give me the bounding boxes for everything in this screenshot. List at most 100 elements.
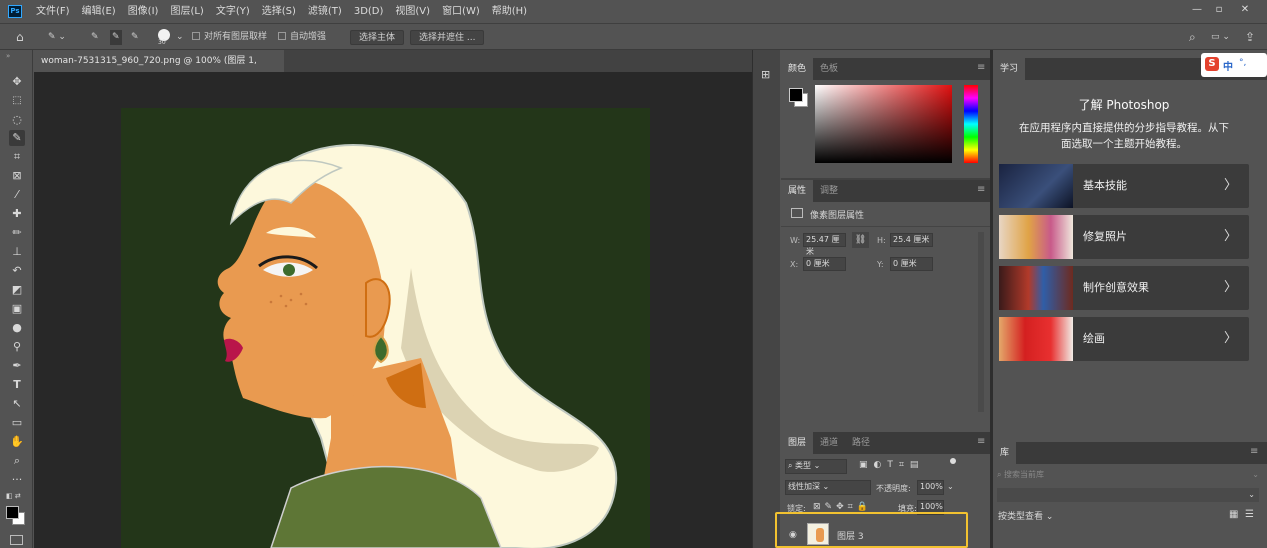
fg-color-chip[interactable] [789,88,803,102]
opacity-field[interactable]: 100% [917,480,944,495]
learn-item-fix-photo[interactable]: 修复照片 〉 [999,215,1249,259]
menu-layer[interactable]: 图层(L) [164,0,209,24]
foreground-color-swatch[interactable] [6,506,19,519]
auto-enhance-checkbox[interactable]: 自动增强 [278,30,326,45]
close-window-button[interactable]: ✕ [1236,4,1254,16]
restore-button[interactable]: ▫ [1210,4,1228,16]
history-icon[interactable]: ⊞ [761,68,770,81]
hue-slider[interactable] [964,85,978,163]
library-search-input[interactable]: ⌕ 搜索当前库 ⌄ [997,468,1259,482]
select-and-mask-button[interactable]: 选择并遮住 ... [410,30,485,45]
tab-libraries[interactable]: 库 [993,442,1017,464]
ime-punctuation[interactable]: °, [1239,58,1246,68]
collapse-toolbar-icon[interactable]: » [6,52,10,60]
brush-tool-icon[interactable]: ✏ [9,225,25,241]
menu-window[interactable]: 窗口(W) [436,0,486,24]
filter-toggle-icon[interactable] [950,458,956,464]
y-field[interactable]: 0 厘米 [890,257,933,271]
menu-view[interactable]: 视图(V) [389,0,436,24]
layer-visibility-eye-icon[interactable]: ◉ [789,530,797,540]
x-field[interactable]: 0 厘米 [803,257,846,271]
color-field[interactable] [815,85,952,163]
height-field[interactable]: 25.4 厘米 [890,233,933,247]
tab-learn[interactable]: 学习 [993,58,1026,80]
color-panel-menu-icon[interactable]: ≡ [977,62,985,73]
tab-channels[interactable]: 通道 [813,432,845,454]
layer-filter-select[interactable]: ⌕ 类型 ⌄ [785,459,847,474]
opacity-dropdown-icon[interactable]: ⌄ [947,482,954,491]
move-tool-icon[interactable]: ✥ [9,74,25,90]
healing-brush-tool-icon[interactable]: ✚ [9,206,25,222]
ime-language[interactable]: 中 [1223,58,1233,73]
add-selection-icon[interactable]: ✎ [110,30,122,45]
layers-menu-icon[interactable]: ≡ [977,436,985,447]
brush-dropdown-icon[interactable]: ⌄ [176,30,184,45]
properties-menu-icon[interactable]: ≡ [977,184,985,195]
tab-swatches[interactable]: 色板 [813,58,845,80]
default-colors-icon[interactable]: ◧ ⇄ [6,492,21,500]
rectangle-tool-icon[interactable]: ▭ [9,415,25,431]
search-icon[interactable]: ⌕ [1189,30,1196,45]
minimize-button[interactable]: — [1188,4,1206,16]
view-by-type-dropdown[interactable]: 按类型查看 ⌄ [998,509,1053,522]
tab-paths[interactable]: 路径 [845,432,877,454]
menu-select[interactable]: 选择(S) [256,0,302,24]
blur-tool-icon[interactable]: ● [9,320,25,336]
layer-name[interactable]: 图层 3 [837,529,864,542]
learn-item-painting[interactable]: 绘画 〉 [999,317,1249,361]
lasso-tool-icon[interactable]: ◌ [9,112,25,128]
workspace-icon[interactable]: ▭ ⌄ [1211,30,1230,45]
eraser-tool-icon[interactable]: ◩ [9,282,25,298]
quick-selection-tool-icon[interactable]: ✎ [9,130,25,146]
libraries-menu-icon[interactable]: ≡ [1250,446,1258,457]
quick-select-tool-preset-icon[interactable]: ✎ ⌄ [48,30,66,45]
new-selection-icon[interactable]: ✎ [91,30,99,45]
zoom-tool-icon[interactable]: ⌕ [9,453,25,469]
library-select[interactable]: ⌄ [997,488,1259,502]
tab-adjustments[interactable]: 调整 [813,180,845,202]
tab-color[interactable]: 颜色 [781,58,814,80]
share-icon[interactable]: ⇪ [1245,30,1255,45]
gradient-tool-icon[interactable]: ▣ [9,301,25,317]
blend-mode-select[interactable]: 线性加深 ⌄ [785,480,871,495]
grid-view-icon[interactable]: ▦ [1229,509,1238,520]
properties-scrollbar[interactable] [978,232,984,412]
tab-layers[interactable]: 图层 [781,432,814,454]
document-canvas[interactable] [121,108,650,548]
history-brush-tool-icon[interactable]: ↶ [9,263,25,279]
learn-item-basic-skills[interactable]: 基本技能 〉 [999,164,1249,208]
eyedropper-tool-icon[interactable]: ⁄ [9,187,25,203]
more-tools-icon[interactable]: ··· [9,472,25,488]
menu-filter[interactable]: 滤镜(T) [302,0,348,24]
menu-image[interactable]: 图像(I) [122,0,165,24]
home-icon[interactable]: ⌂ [16,30,24,45]
tab-properties[interactable]: 属性 [781,180,814,202]
layer-filter-icons[interactable]: ▣◐T⌗▤ [859,460,924,470]
frame-tool-icon[interactable]: ⊠ [9,168,25,184]
menu-edit[interactable]: 编辑(E) [76,0,122,24]
subtract-selection-icon[interactable]: ✎ [131,30,139,45]
document-tab[interactable]: woman-7531315_960_720.png @ 100% (图层 1, … [34,50,284,88]
clone-stamp-tool-icon[interactable]: ⊥ [9,244,25,260]
width-field[interactable]: 25.47 厘米 [803,233,846,256]
path-selection-tool-icon[interactable]: ↖ [9,396,25,412]
layer-thumbnail[interactable] [807,523,829,545]
crop-tool-icon[interactable]: ⌗ [9,149,25,165]
lock-icons[interactable]: ⊠✎✥⌗🔒 [813,502,872,512]
hand-tool-icon[interactable]: ✋ [9,434,25,450]
quick-mask-icon[interactable] [10,535,23,545]
marquee-tool-icon[interactable]: ⬚ [9,93,25,109]
select-subject-button[interactable]: 选择主体 [350,30,405,45]
type-tool-icon[interactable]: T [9,377,25,393]
menu-3d[interactable]: 3D(D) [348,0,390,24]
link-icon[interactable]: ⛓ [852,232,869,248]
menu-type[interactable]: 文字(Y) [210,0,256,24]
menu-file[interactable]: 文件(F) [30,0,76,24]
learn-item-creative-effects[interactable]: 制作创意效果 〉 [999,266,1249,310]
list-view-icon[interactable]: ☰ [1245,509,1254,520]
pen-tool-icon[interactable]: ✒ [9,358,25,374]
ime-toolbar[interactable]: S 中 °, [1201,53,1267,77]
dodge-tool-icon[interactable]: ⚲ [9,339,25,355]
menu-help[interactable]: 帮助(H) [486,0,533,24]
sample-all-layers-checkbox[interactable]: 对所有图层取样 [192,30,267,45]
